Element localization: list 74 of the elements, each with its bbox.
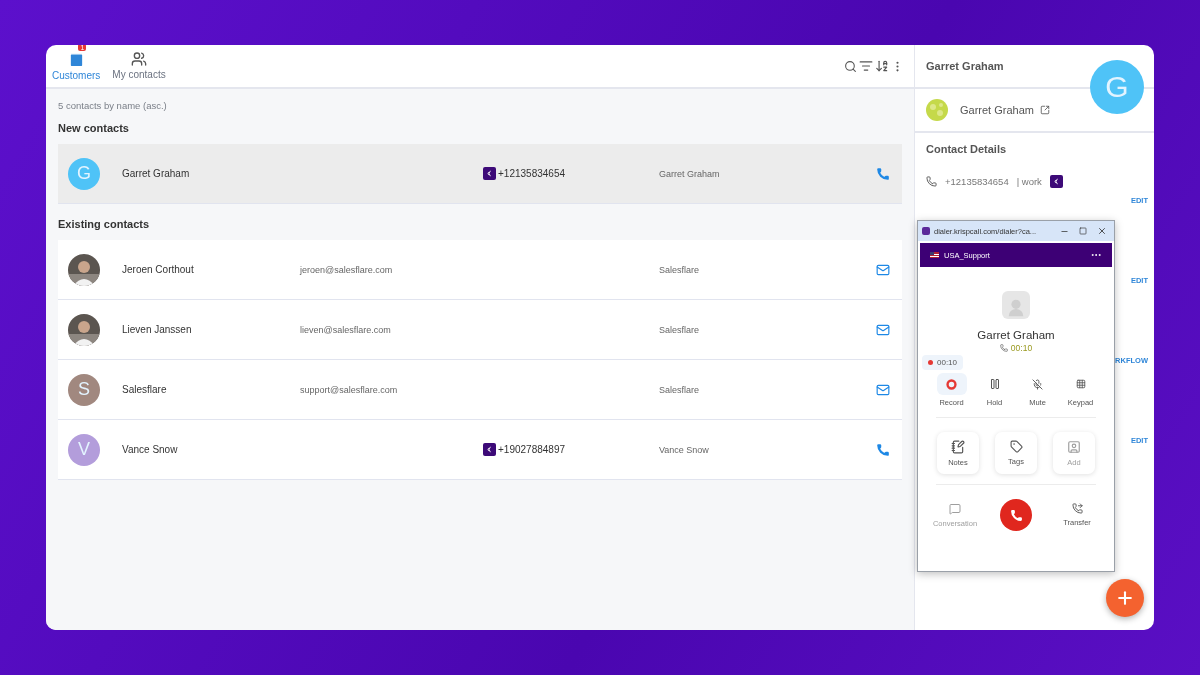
record-button[interactable]	[936, 373, 967, 395]
people-icon	[131, 51, 148, 67]
sort-icon[interactable]	[875, 59, 889, 73]
avatar: G	[1090, 60, 1144, 114]
contact-name-link[interactable]: Garret Graham	[960, 104, 1050, 116]
contacts-summary: 5 contacts by name (asc.)	[58, 100, 168, 111]
tab[interactable]: My contacts	[112, 45, 166, 81]
contact-email: jeroen@salesflare.com	[300, 264, 394, 275]
contact-company: Salesflare	[659, 324, 701, 335]
pause-icon	[988, 378, 1001, 390]
avatar-icon	[926, 99, 948, 121]
search-icon[interactable]	[844, 59, 857, 73]
contact-row[interactable]: Lieven Janssen lieven@salesflare.com Salesflare	[58, 300, 902, 360]
recording-timer: 00:10	[922, 355, 964, 370]
phone-icon	[876, 442, 890, 457]
caller-name: Garret Graham	[977, 329, 1055, 341]
mail-icon	[876, 322, 890, 337]
external-link-icon	[1039, 105, 1050, 115]
mail-icon	[876, 382, 890, 397]
contact-row[interactable]: Jeroen Corthout jeroen@salesflare.com Salesflare	[58, 240, 902, 300]
contact-name: Lieven Janssen	[122, 324, 193, 335]
plus-icon	[1115, 588, 1135, 608]
section-title: Contact Details	[926, 143, 1008, 155]
contact-company: Vance Snow	[659, 444, 710, 455]
section-title: Existing contacts	[58, 218, 151, 230]
panel-title: Garret Graham	[926, 60, 1004, 72]
close-icon	[1097, 226, 1107, 236]
phone-icon	[926, 176, 937, 187]
phone-icon	[1009, 508, 1023, 522]
call-button[interactable]	[876, 166, 890, 181]
tag-icon	[1009, 440, 1023, 453]
contact-company: Salesflare	[659, 384, 701, 395]
phone-label: | work	[1016, 176, 1042, 187]
keypad-icon	[1075, 379, 1086, 389]
contact-phone: +12135834654	[498, 168, 566, 179]
hang-up-button[interactable]	[1000, 499, 1032, 531]
email-button[interactable]	[876, 322, 890, 337]
contact-row[interactable]: S Salesflare support@salesflare.com Salesflare	[58, 360, 902, 420]
contact-name: Salesflare	[122, 384, 168, 395]
record-icon	[946, 378, 957, 390]
contact-name: Garret Graham	[122, 168, 191, 179]
maximize-button[interactable]	[1076, 227, 1090, 235]
email-button[interactable]	[876, 262, 890, 277]
section-title: New contacts	[58, 122, 130, 134]
contact-row[interactable]: V Vance Snow +19027884897 Vance Snow	[58, 420, 902, 480]
contact-email: lieven@salesflare.com	[300, 324, 392, 335]
contact-name: Jeroen Corthout	[122, 264, 195, 275]
maximize-icon	[1079, 227, 1087, 235]
mail-icon	[876, 262, 890, 277]
avatar: G	[68, 157, 100, 190]
app-icon	[922, 227, 930, 235]
contact-phone: +19027884897	[498, 444, 566, 455]
contact-company: Garret Graham	[659, 168, 721, 179]
email-button[interactable]	[876, 382, 890, 397]
notes-icon	[951, 439, 965, 454]
contact-name: Vance Snow	[122, 444, 179, 455]
call-button[interactable]	[876, 442, 890, 457]
contact-row[interactable]: G Garret Graham +12135834654 Garret Graham	[58, 144, 902, 204]
phone-icon	[999, 344, 1008, 352]
contact-company: Salesflare	[659, 264, 701, 275]
phone-icon	[876, 166, 890, 181]
filter-icon[interactable]	[859, 59, 873, 73]
call-timer: 00:10	[1010, 343, 1033, 353]
phone-forward-icon	[1071, 503, 1083, 514]
avatar-placeholder	[1002, 291, 1030, 319]
phone-number: +12135834654	[945, 176, 1009, 187]
contact-email: support@salesflare.com	[300, 384, 399, 395]
add-button[interactable]	[1106, 579, 1144, 617]
avatar: S	[68, 373, 100, 406]
avatar: V	[68, 433, 100, 466]
chat-icon	[949, 502, 961, 515]
flag-icon	[930, 252, 939, 258]
mic-off-icon	[1032, 378, 1043, 390]
user-icon	[1067, 439, 1081, 454]
